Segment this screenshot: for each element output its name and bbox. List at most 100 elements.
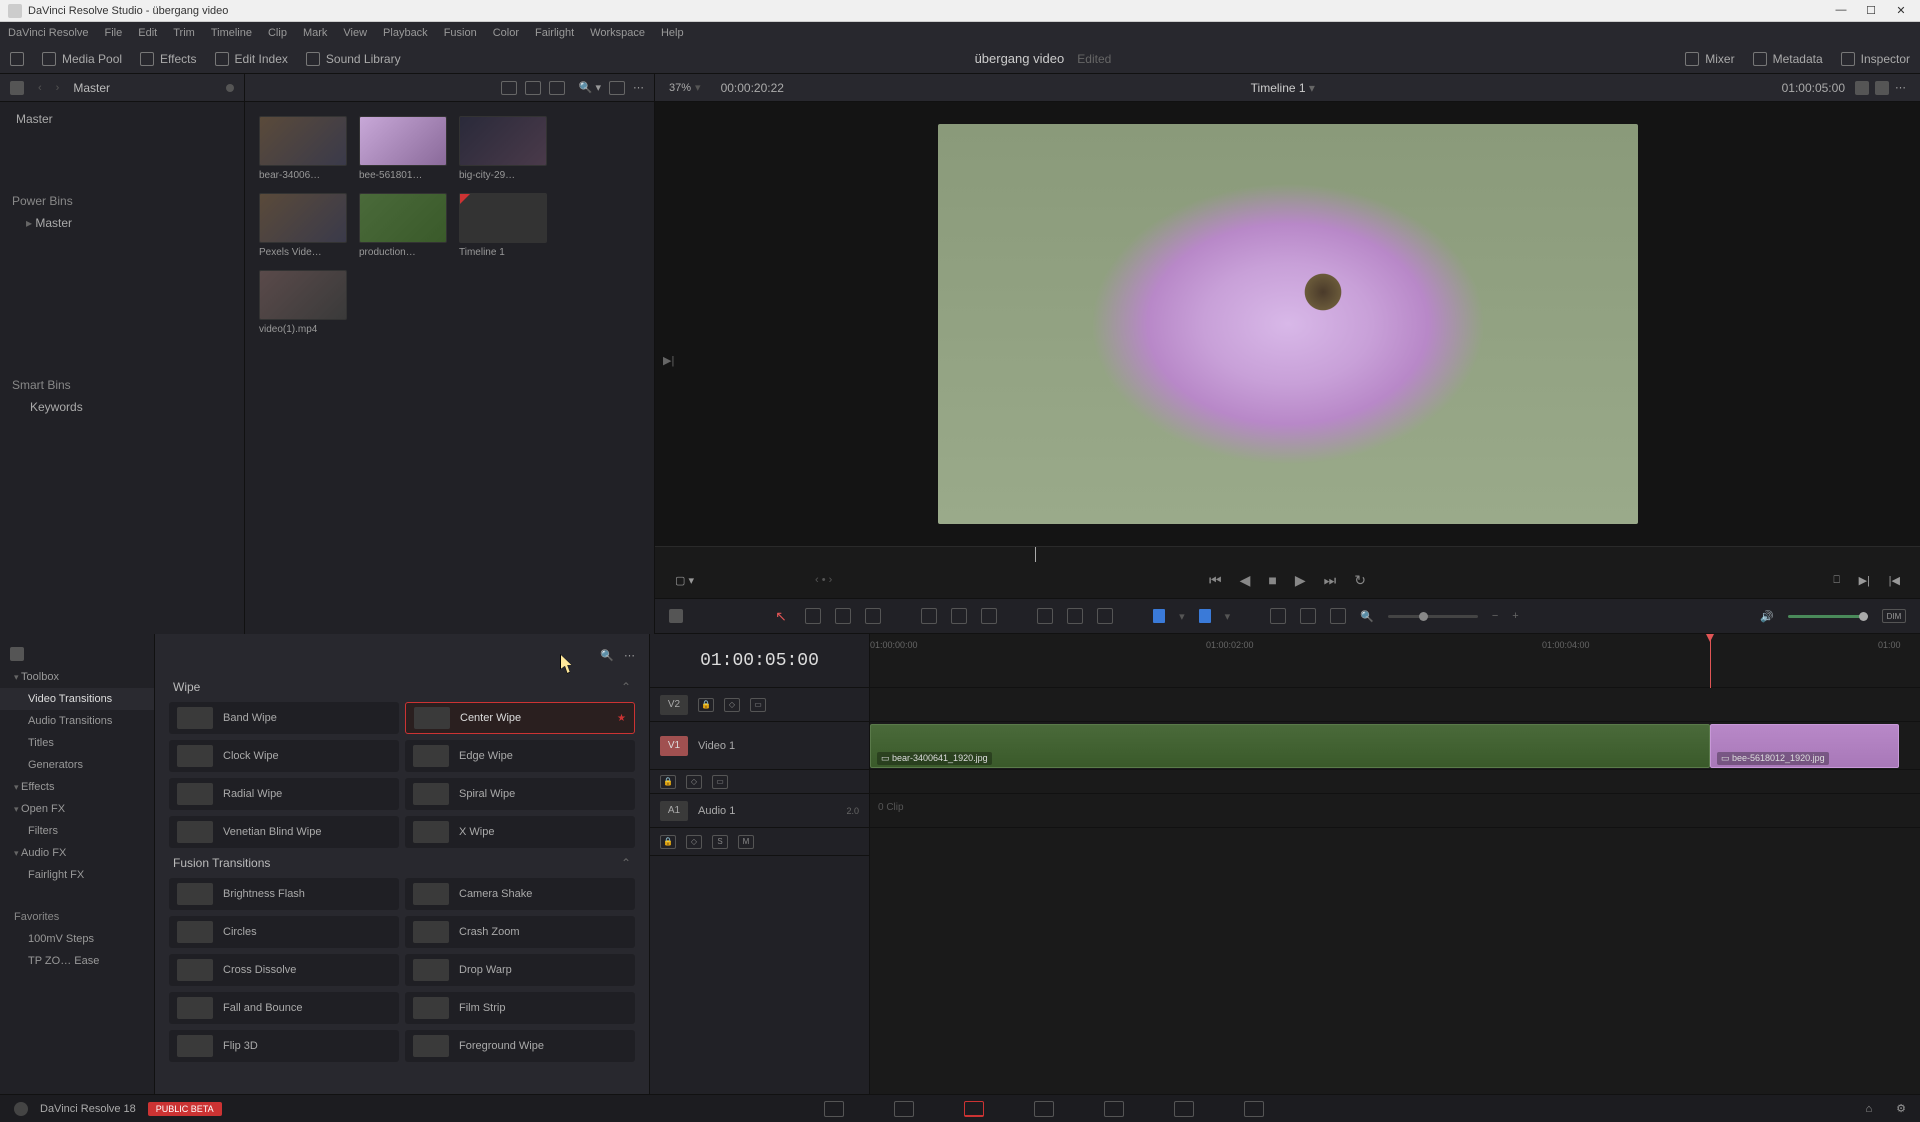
media-clip[interactable]: bee-561801… bbox=[359, 116, 447, 181]
sort-icon[interactable] bbox=[609, 81, 625, 95]
menu-davinci-resolve[interactable]: DaVinci Resolve bbox=[8, 27, 89, 39]
search-icon[interactable]: 🔍 ▾ bbox=[579, 81, 601, 94]
resolve-logo-icon[interactable] bbox=[14, 1102, 28, 1116]
fx-category-open-fx[interactable]: Open FX bbox=[0, 798, 154, 820]
menu-workspace[interactable]: Workspace bbox=[590, 27, 645, 39]
cut-page-icon[interactable] bbox=[894, 1101, 914, 1117]
track-disable-icon[interactable]: ▭ bbox=[750, 698, 766, 712]
media-clip[interactable]: video(1).mp4 bbox=[259, 270, 347, 335]
fx-item-cross-dissolve[interactable]: Cross Dissolve bbox=[169, 954, 399, 986]
lane-v1[interactable]: ▭ bear-3400641_1920.jpg▭ bee-5618012_192… bbox=[870, 722, 1920, 770]
favorite-star-icon[interactable]: ★ bbox=[617, 713, 626, 724]
menu-view[interactable]: View bbox=[343, 27, 367, 39]
fairlight-page-icon[interactable] bbox=[1174, 1101, 1194, 1117]
viewer-more-icon[interactable]: ⋯ bbox=[1895, 81, 1906, 94]
replace-tool-icon[interactable] bbox=[981, 608, 997, 624]
fx-category-effects[interactable]: Effects bbox=[0, 776, 154, 798]
skip-forward-icon[interactable]: ▶| bbox=[663, 354, 674, 367]
link-icon[interactable] bbox=[1067, 608, 1083, 624]
media-page-icon[interactable] bbox=[824, 1101, 844, 1117]
dim-button[interactable]: DIM bbox=[1882, 609, 1906, 623]
razor-icon[interactable] bbox=[1037, 608, 1053, 624]
media-clip[interactable]: Pexels Vide… bbox=[259, 193, 347, 258]
bin-master[interactable]: Master bbox=[12, 108, 232, 130]
bin-view-icon[interactable] bbox=[10, 81, 24, 95]
edit-index-button[interactable]: Edit Index bbox=[215, 52, 288, 66]
marker-blue-icon[interactable] bbox=[1199, 609, 1211, 623]
timeline-clip[interactable]: ▭ bear-3400641_1920.jpg bbox=[870, 724, 1710, 768]
fx-item-camera-shake[interactable]: Camera Shake bbox=[405, 878, 635, 910]
viewer-zoom[interactable]: 37% bbox=[669, 82, 691, 94]
track-lock-icon[interactable]: 🔒 bbox=[660, 835, 676, 849]
fx-category-fairlight-fx[interactable]: Fairlight FX bbox=[0, 864, 154, 886]
more-icon[interactable]: ⋯ bbox=[633, 81, 644, 94]
volume-slider[interactable] bbox=[1788, 615, 1868, 618]
home-icon[interactable]: ⌂ bbox=[1865, 1103, 1872, 1115]
track-lock-icon[interactable]: 🔒 bbox=[698, 698, 714, 712]
fx-category-filters[interactable]: Filters bbox=[0, 820, 154, 842]
home-button[interactable] bbox=[10, 52, 24, 66]
volume-icon[interactable]: 🔊 bbox=[1760, 610, 1774, 623]
fx-item-brightness-flash[interactable]: Brightness Flash bbox=[169, 878, 399, 910]
fx-item-radial-wipe[interactable]: Radial Wipe bbox=[169, 778, 399, 810]
fx-item-clock-wipe[interactable]: Clock Wipe bbox=[169, 740, 399, 772]
menu-trim[interactable]: Trim bbox=[173, 27, 195, 39]
track-head-v1[interactable]: V1 Video 1 bbox=[650, 722, 869, 770]
track-auto-icon[interactable]: ◇ bbox=[686, 835, 702, 849]
sound-library-button[interactable]: Sound Library bbox=[306, 52, 401, 66]
in-out-icon[interactable]: ▶| bbox=[1859, 574, 1870, 587]
fx-more-icon[interactable]: ⋯ bbox=[624, 649, 635, 662]
settings-icon[interactable]: ⚙ bbox=[1896, 1102, 1906, 1115]
fx-category-audio-transitions[interactable]: Audio Transitions bbox=[0, 710, 154, 732]
track-head-a1[interactable]: A1 Audio 1 2.0 bbox=[650, 794, 869, 828]
menu-playback[interactable]: Playback bbox=[383, 27, 428, 39]
trim-tool-icon[interactable] bbox=[805, 608, 821, 624]
favorite-item[interactable]: 100mV Steps bbox=[0, 928, 154, 950]
fx-item-drop-warp[interactable]: Drop Warp bbox=[405, 954, 635, 986]
blade-tool-icon[interactable] bbox=[835, 608, 851, 624]
thumb-view-icon[interactable] bbox=[525, 81, 541, 95]
track-lock-icon[interactable]: 🔒 bbox=[660, 775, 676, 789]
zoom-out-icon[interactable] bbox=[1270, 608, 1286, 624]
media-clip[interactable]: big-city-29… bbox=[459, 116, 547, 181]
zoom-search-icon[interactable]: 🔍 bbox=[1360, 610, 1374, 623]
fx-item-x-wipe[interactable]: X Wipe bbox=[405, 816, 635, 848]
out-icon[interactable]: |◀ bbox=[1889, 574, 1900, 587]
play-button[interactable]: ▶ bbox=[1295, 572, 1306, 589]
effects-button[interactable]: Effects bbox=[140, 52, 196, 66]
fx-category-toolbox[interactable]: Toolbox bbox=[0, 666, 154, 688]
timeline-clip[interactable]: ▭ bee-5618012_1920.jpg bbox=[1710, 724, 1899, 768]
zoom-fit-icon[interactable] bbox=[1300, 608, 1316, 624]
lane-a1[interactable]: 0 Clip bbox=[870, 794, 1920, 828]
menu-mark[interactable]: Mark bbox=[303, 27, 327, 39]
strip-view-icon[interactable] bbox=[549, 81, 565, 95]
mute-button[interactable]: M bbox=[738, 835, 754, 849]
fx-item-circles[interactable]: Circles bbox=[169, 916, 399, 948]
fx-item-center-wipe[interactable]: Center Wipe★ bbox=[405, 702, 635, 734]
fx-item-edge-wipe[interactable]: Edge Wipe bbox=[405, 740, 635, 772]
favorite-item[interactable]: TP ZO… Ease bbox=[0, 950, 154, 972]
inspector-button[interactable]: Inspector bbox=[1841, 52, 1910, 66]
track-auto-icon[interactable]: ◇ bbox=[724, 698, 740, 712]
minimize-button[interactable]: — bbox=[1830, 4, 1852, 17]
solo-button[interactable]: S bbox=[712, 835, 728, 849]
single-viewer-icon[interactable] bbox=[1875, 81, 1889, 95]
smart-bin-item[interactable]: Keywords bbox=[12, 396, 232, 418]
selection-tool-icon[interactable] bbox=[775, 608, 791, 624]
fx-item-spiral-wipe[interactable]: Spiral Wipe bbox=[405, 778, 635, 810]
track-label-v1[interactable]: V1 bbox=[660, 736, 688, 756]
bin-breadcrumb[interactable]: Master bbox=[73, 81, 212, 95]
fx-item-foreground-wipe[interactable]: Foreground Wipe bbox=[405, 1030, 635, 1062]
viewer-timeline-name[interactable]: Timeline 1 bbox=[784, 81, 1782, 95]
fx-item-crash-zoom[interactable]: Crash Zoom bbox=[405, 916, 635, 948]
media-clip[interactable]: Timeline 1 bbox=[459, 193, 547, 258]
stop-button[interactable]: ■ bbox=[1268, 572, 1276, 588]
menu-timeline[interactable]: Timeline bbox=[211, 27, 252, 39]
fx-category-titles[interactable]: Titles bbox=[0, 732, 154, 754]
flag-blue-icon[interactable] bbox=[1153, 609, 1165, 623]
fx-panel-icon[interactable] bbox=[10, 647, 24, 661]
edit-page-icon[interactable] bbox=[964, 1101, 984, 1117]
maximize-button[interactable]: ☐ bbox=[1860, 4, 1882, 17]
track-label-v2[interactable]: V2 bbox=[660, 695, 688, 715]
fx-item-flip-3d[interactable]: Flip 3D bbox=[169, 1030, 399, 1062]
